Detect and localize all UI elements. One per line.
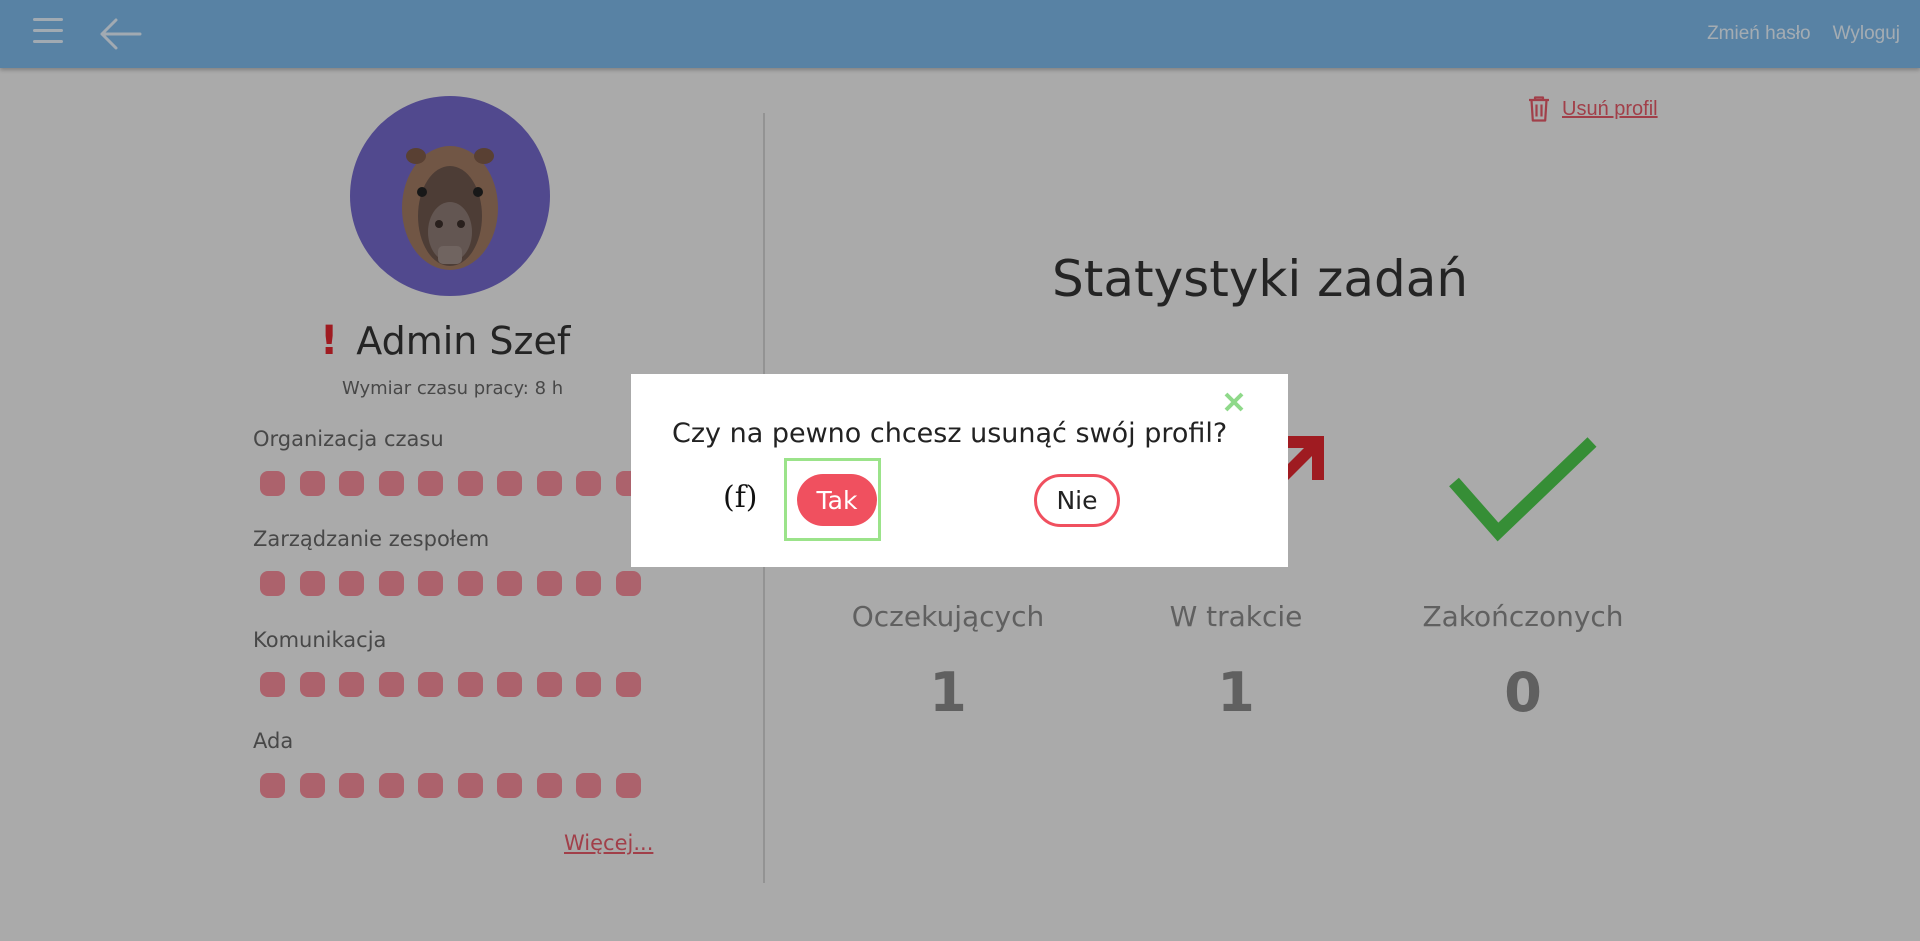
confirm-delete-dialog: Czy na pewno chcesz usunąć swój profil? … (631, 374, 1288, 567)
no-button[interactable]: Nie (1034, 474, 1120, 527)
dialog-question: Czy na pewno chcesz usunąć swój profil? (672, 418, 1228, 449)
annotation-marker: (f) (723, 480, 758, 515)
yes-button[interactable]: Tak (797, 474, 877, 526)
focus-frame: Tak (784, 458, 881, 541)
close-icon[interactable] (1222, 390, 1246, 414)
